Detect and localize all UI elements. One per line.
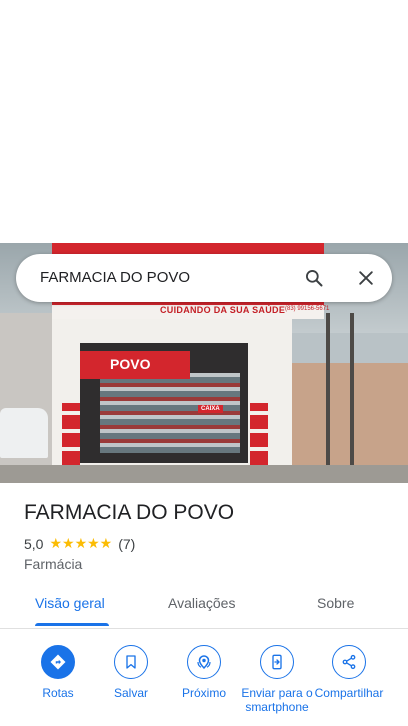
search-input[interactable]: FARMACIA DO POVO (40, 269, 190, 286)
photo-pole-2 (350, 313, 354, 483)
directions-label: Rotas (42, 686, 74, 700)
nearby-label: Próximo (181, 686, 226, 700)
search-icon[interactable] (304, 268, 324, 288)
save-button[interactable]: Salvar (95, 645, 167, 700)
review-count[interactable]: (7) (118, 536, 135, 552)
search-bar[interactable]: FARMACIA DO POVO (16, 254, 392, 302)
close-icon[interactable] (356, 268, 376, 288)
share-button[interactable]: Compartilhar (313, 645, 385, 700)
rating-row[interactable]: 5,0 ★★★★★ (7) (24, 535, 135, 552)
photo-sign-text: CUIDANDO DA SUA SAÚDE (160, 305, 286, 315)
directions-button[interactable]: Rotas (22, 645, 94, 700)
send-to-phone-label: Enviar para o smartphone (241, 686, 313, 714)
tab-about[interactable]: Sobre (317, 595, 354, 611)
place-category: Farmácia (24, 556, 83, 572)
photo-sign-phone: (83) 99156-5671 (285, 306, 330, 312)
bookmark-icon (114, 645, 148, 679)
photo-caixa-sign: CAIXA (198, 405, 223, 413)
place-title: FARMACIA DO POVO (24, 501, 235, 524)
photo-car (0, 408, 48, 458)
photo-pole (326, 313, 330, 483)
send-to-phone-button[interactable]: Enviar para o smartphone (241, 645, 313, 714)
tab-overview[interactable]: Visão geral (35, 595, 105, 611)
photo-shelves (100, 373, 240, 453)
rating-value: 5,0 (24, 535, 44, 552)
share-label: Compartilhar (314, 686, 384, 700)
photo-panel-text: POVO (110, 356, 151, 372)
share-icon (332, 645, 366, 679)
tab-reviews[interactable]: Avaliações (168, 595, 235, 611)
star-rating-icon: ★★★★★ (49, 535, 113, 551)
photo-ground (0, 465, 408, 483)
tab-active-indicator (35, 623, 109, 626)
send-to-phone-icon (260, 645, 294, 679)
save-label: Salvar (113, 686, 148, 700)
nearby-button[interactable]: Próximo (168, 645, 240, 700)
nearby-icon (187, 645, 221, 679)
directions-icon (41, 645, 75, 679)
